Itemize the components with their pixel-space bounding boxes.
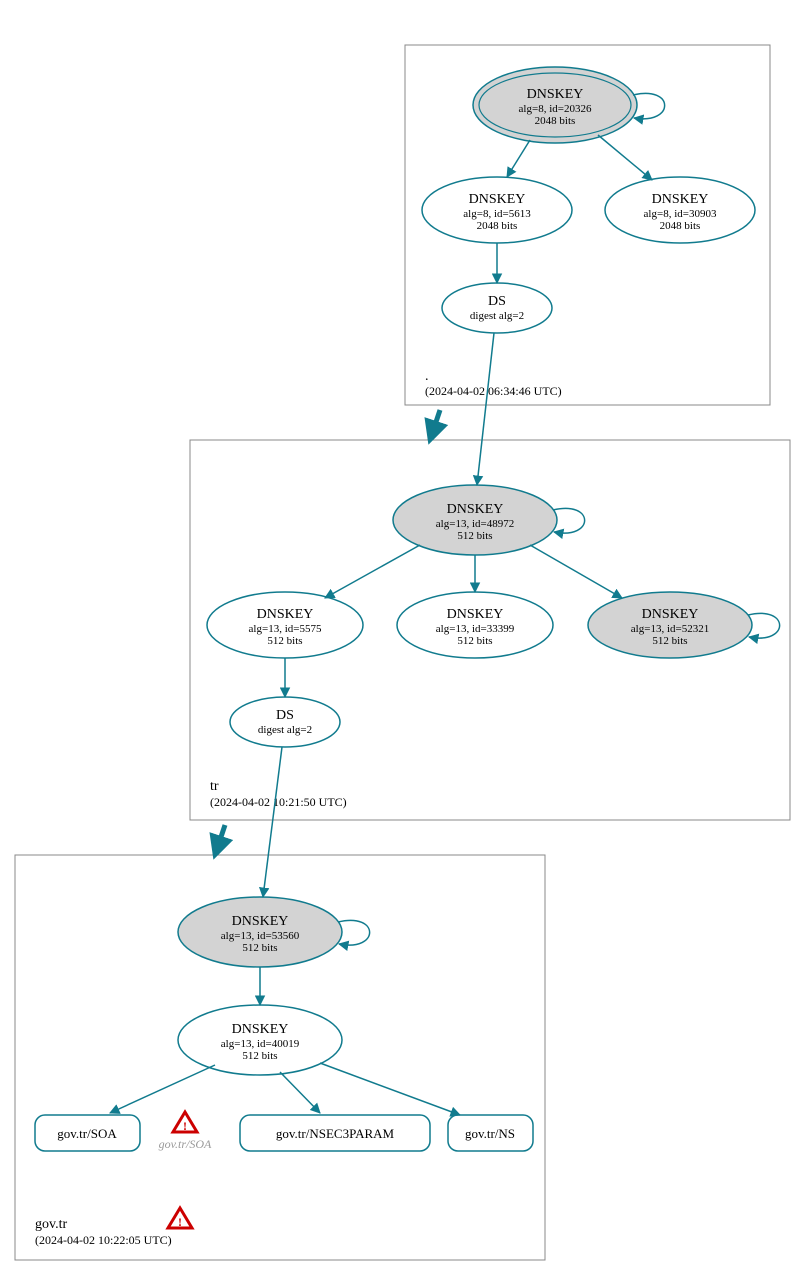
edge-rootksk-zsk1 (507, 140, 530, 177)
svg-text:512 bits: 512 bits (267, 635, 302, 647)
svg-text:DNSKEY: DNSKEY (232, 914, 289, 929)
edge-tr-to-govtr-zone (215, 825, 225, 855)
svg-text:DNSKEY: DNSKEY (447, 502, 504, 517)
svg-text:alg=13, id=48972: alg=13, id=48972 (436, 518, 514, 530)
svg-text:alg=13, id=53560: alg=13, id=53560 (221, 930, 300, 942)
edge-govtrzsk-ns (320, 1063, 460, 1115)
node-tr-ds: DS digest alg=2 (230, 697, 340, 747)
svg-text:DNSKEY: DNSKEY (652, 192, 709, 207)
node-root-zsk1: DNSKEY alg=8, id=5613 2048 bits (422, 177, 572, 243)
dnssec-chain-diagram: . (2024-04-02 06:34:46 UTC) DNSKEY alg=8… (0, 0, 804, 1282)
svg-text:alg=8, id=20326: alg=8, id=20326 (519, 103, 592, 115)
svg-text:alg=13, id=52321: alg=13, id=52321 (631, 623, 709, 635)
edge-root-to-tr-zone (430, 410, 440, 440)
node-govtr-ksk: DNSKEY alg=13, id=53560 512 bits (178, 897, 342, 967)
node-govtr-nsec3param: gov.tr/NSEC3PARAM (240, 1115, 430, 1151)
zone-govtr-warning-icon: ! (168, 1208, 192, 1229)
zone-time-govtr: (2024-04-02 10:22:05 UTC) (35, 1233, 172, 1247)
edge-root-ksk-self (633, 93, 665, 118)
svg-text:512 bits: 512 bits (242, 942, 277, 954)
svg-text:512 bits: 512 bits (457, 530, 492, 542)
svg-text:512 bits: 512 bits (242, 1050, 277, 1062)
node-tr-k3: DNSKEY alg=13, id=52321 512 bits (588, 592, 752, 658)
edge-trksk-k1 (325, 545, 420, 598)
zone-label-tr: tr (210, 779, 219, 794)
edge-tr-ksk-self (553, 508, 585, 533)
svg-text:DNSKEY: DNSKEY (257, 607, 314, 622)
svg-text:!: ! (178, 1215, 182, 1229)
edge-govtrzsk-soa (110, 1065, 215, 1113)
svg-text:gov.tr/SOA: gov.tr/SOA (159, 1137, 212, 1151)
node-root-ds: DS digest alg=2 (442, 283, 552, 333)
svg-text:digest alg=2: digest alg=2 (258, 724, 312, 736)
node-tr-k1: DNSKEY alg=13, id=5575 512 bits (207, 592, 363, 658)
svg-text:2048 bits: 2048 bits (477, 220, 518, 232)
node-root-zsk2: DNSKEY alg=8, id=30903 2048 bits (605, 177, 755, 243)
svg-text:512 bits: 512 bits (652, 635, 687, 647)
edge-rootds-trksk (477, 333, 494, 485)
svg-text:alg=13, id=33399: alg=13, id=33399 (436, 623, 515, 635)
svg-text:DS: DS (488, 294, 506, 309)
svg-text:DS: DS (276, 708, 294, 723)
svg-text:alg=8, id=5613: alg=8, id=5613 (463, 208, 531, 220)
svg-text:alg=13, id=40019: alg=13, id=40019 (221, 1038, 300, 1050)
zone-time-tr: (2024-04-02 10:21:50 UTC) (210, 795, 347, 809)
edge-tr-k3-self (748, 613, 780, 638)
svg-text:DNSKEY: DNSKEY (232, 1022, 289, 1037)
svg-text:alg=8, id=30903: alg=8, id=30903 (644, 208, 717, 220)
node-govtr-soa: gov.tr/SOA (35, 1115, 140, 1151)
node-tr-k2: DNSKEY alg=13, id=33399 512 bits (397, 592, 553, 658)
zone-label-root: . (425, 369, 429, 384)
edge-trksk-k3 (530, 545, 622, 598)
node-root-ksk: DNSKEY alg=8, id=20326 2048 bits (473, 67, 637, 143)
svg-text:DNSKEY: DNSKEY (469, 192, 526, 207)
svg-text:2048 bits: 2048 bits (660, 220, 701, 232)
svg-text:2048 bits: 2048 bits (535, 115, 576, 127)
svg-text:gov.tr/NSEC3PARAM: gov.tr/NSEC3PARAM (276, 1126, 395, 1141)
edge-rootksk-zsk2 (598, 135, 652, 180)
node-govtr-ns: gov.tr/NS (448, 1115, 533, 1151)
svg-text:gov.tr/NS: gov.tr/NS (465, 1126, 515, 1141)
svg-text:DNSKEY: DNSKEY (527, 87, 584, 102)
svg-text:alg=13, id=5575: alg=13, id=5575 (249, 623, 322, 635)
svg-text:gov.tr/SOA: gov.tr/SOA (57, 1126, 117, 1141)
edge-trds-govtrksk (263, 747, 282, 897)
edge-govtrzsk-nsec3 (280, 1072, 320, 1113)
svg-text:!: ! (183, 1119, 187, 1133)
svg-text:DNSKEY: DNSKEY (447, 607, 504, 622)
node-govtr-zsk: DNSKEY alg=13, id=40019 512 bits (178, 1005, 342, 1075)
zone-time-root: (2024-04-02 06:34:46 UTC) (425, 384, 562, 398)
svg-text:DNSKEY: DNSKEY (642, 607, 699, 622)
zone-label-govtr: gov.tr (35, 1217, 67, 1232)
edge-govtr-ksk-self (338, 920, 370, 945)
node-govtr-soa-warning: ! gov.tr/SOA (159, 1112, 212, 1151)
svg-text:digest alg=2: digest alg=2 (470, 310, 524, 322)
svg-text:512 bits: 512 bits (457, 635, 492, 647)
node-tr-ksk: DNSKEY alg=13, id=48972 512 bits (393, 485, 557, 555)
